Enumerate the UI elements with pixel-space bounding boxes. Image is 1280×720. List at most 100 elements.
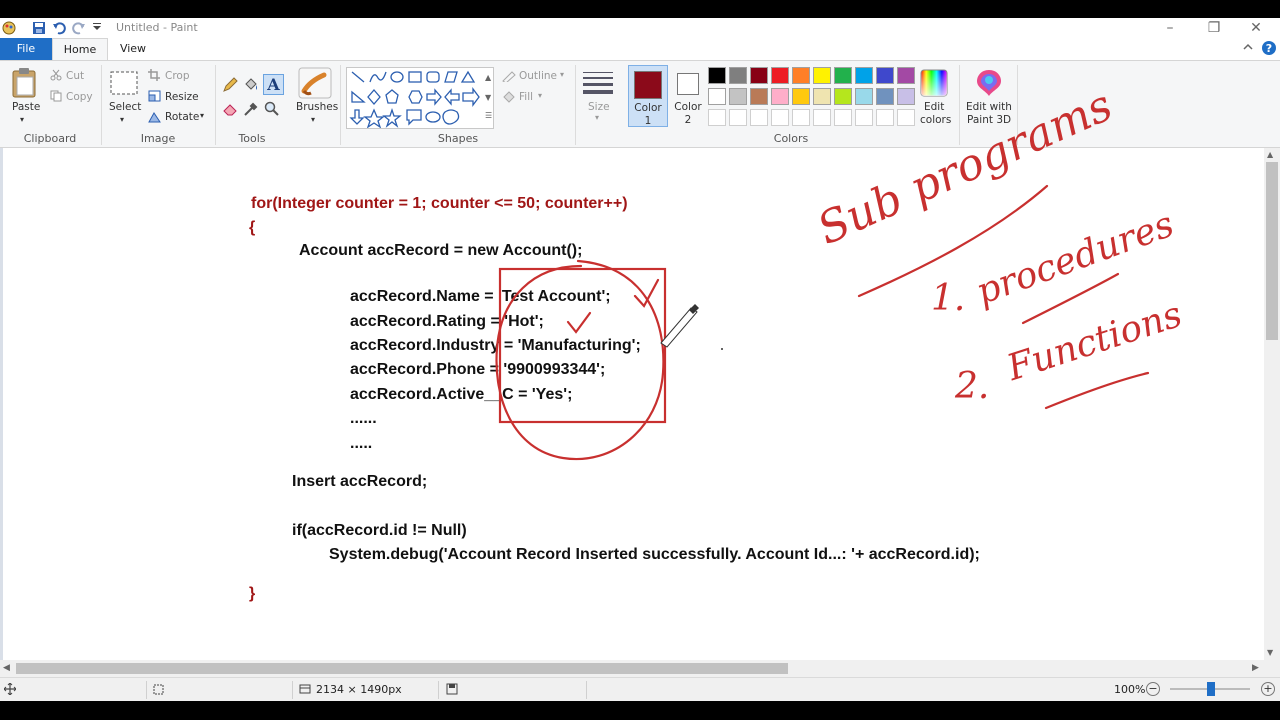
tab-view[interactable]: View (110, 38, 156, 60)
paste-dropdown-icon[interactable]: ▾ (20, 115, 24, 124)
palette-color-swatch[interactable] (729, 67, 747, 84)
palette-color-swatch[interactable] (750, 67, 768, 84)
edit-colors-icon[interactable] (920, 69, 948, 100)
palette-color-swatch[interactable] (771, 67, 789, 84)
rotate-icon (148, 111, 161, 126)
scroll-up-icon[interactable]: ▲ (1267, 150, 1273, 159)
fill-dropdown-icon[interactable]: ▾ (538, 91, 542, 100)
zoom-slider-thumb[interactable] (1207, 682, 1215, 696)
canvas-dot (721, 348, 723, 350)
palette-custom-swatch[interactable] (729, 109, 747, 126)
palette-color-swatch[interactable] (897, 88, 915, 105)
fill-bucket-icon[interactable] (243, 77, 259, 96)
palette-color-swatch[interactable] (771, 88, 789, 105)
palette-color-swatch[interactable] (876, 88, 894, 105)
tab-file[interactable]: File (0, 38, 52, 60)
shapes-scroll-down-icon[interactable]: ▼ (485, 93, 491, 102)
select-button[interactable]: Select (109, 101, 141, 113)
rotate-dropdown-icon[interactable]: ▾ (200, 111, 204, 120)
customize-quick-access-icon[interactable] (92, 22, 102, 32)
paint-app-icon[interactable] (2, 21, 16, 35)
shapes-scroll-up-icon[interactable]: ▲ (485, 73, 491, 82)
scroll-right-icon[interactable]: ▶ (1252, 663, 1259, 673)
palette-custom-swatch[interactable] (771, 109, 789, 126)
redo-icon[interactable] (72, 21, 86, 35)
palette-color-swatch[interactable] (855, 67, 873, 84)
brushes-button[interactable]: Brushes (296, 101, 338, 113)
horizontal-scrollbar[interactable]: ◀ ▶ (0, 660, 1280, 677)
select-icon[interactable] (110, 71, 138, 98)
palette-custom-swatch[interactable] (792, 109, 810, 126)
palette-color-swatch[interactable] (813, 67, 831, 84)
paint3d-icon[interactable] (975, 68, 1003, 101)
palette-custom-swatch[interactable] (708, 109, 726, 126)
palette-color-swatch[interactable] (792, 88, 810, 105)
edit-colors-line2[interactable]: colors (920, 114, 951, 126)
undo-icon[interactable] (52, 21, 66, 35)
pencil-icon[interactable] (222, 77, 238, 96)
eraser-icon[interactable] (222, 101, 238, 120)
palette-custom-swatch[interactable] (813, 109, 831, 126)
brushes-icon[interactable] (298, 67, 332, 102)
palette-color-swatch[interactable] (750, 88, 768, 105)
shapes-more-icon[interactable]: ☰ (485, 111, 492, 120)
canvas-area[interactable]: for(Integer counter = 1; counter <= 50; … (0, 80, 1264, 660)
palette-color-swatch[interactable] (876, 67, 894, 84)
minimize-ribbon-icon[interactable] (1242, 41, 1254, 56)
help-icon[interactable]: ? (1261, 40, 1277, 59)
shapes-gallery[interactable] (346, 67, 494, 129)
select-dropdown-icon[interactable]: ▾ (120, 115, 124, 124)
palette-color-swatch[interactable] (813, 88, 831, 105)
tab-home[interactable]: Home (52, 38, 108, 60)
color1-button[interactable]: Color 1 (628, 65, 668, 127)
paint3d-line1[interactable]: Edit with (966, 101, 1012, 113)
status-separator (146, 681, 147, 699)
palette-custom-swatch[interactable] (876, 109, 894, 126)
image-dimensions: 2134 × 1490px (316, 683, 402, 696)
colors-group-label: Colors (773, 132, 809, 145)
palette-custom-swatch[interactable] (855, 109, 873, 126)
palette-custom-swatch[interactable] (834, 109, 852, 126)
minimize-button[interactable]: – (1150, 18, 1190, 38)
palette-custom-swatch[interactable] (897, 109, 915, 126)
palette-color-swatch[interactable] (855, 88, 873, 105)
size-dropdown-icon[interactable]: ▾ (595, 113, 599, 122)
palette-color-swatch[interactable] (897, 67, 915, 84)
restore-button[interactable]: ❐ (1194, 18, 1234, 38)
vertical-scrollbar[interactable]: ▲ ▼ (1264, 148, 1280, 660)
text-tool-icon[interactable]: A (263, 74, 284, 95)
outline-dropdown-icon[interactable]: ▾ (560, 70, 564, 79)
palette-color-swatch[interactable] (708, 88, 726, 105)
fill-button[interactable]: Fill (519, 91, 533, 103)
palette-color-swatch[interactable] (708, 67, 726, 84)
save-icon[interactable] (32, 21, 46, 35)
palette-color-swatch[interactable] (729, 88, 747, 105)
crop-button[interactable]: Crop (165, 70, 190, 82)
color-picker-icon[interactable] (243, 101, 259, 120)
size-button[interactable]: Size (588, 101, 610, 113)
rotate-button[interactable]: Rotate (165, 111, 199, 123)
resize-button[interactable]: Resize (165, 91, 199, 103)
crop-icon (148, 69, 160, 84)
copy-button[interactable]: Copy (66, 91, 93, 103)
cut-button[interactable]: Cut (66, 70, 84, 82)
scroll-left-icon[interactable]: ◀ (3, 663, 10, 673)
outline-button[interactable]: Outline (519, 70, 557, 82)
scroll-down-icon[interactable]: ▼ (1267, 648, 1273, 657)
palette-custom-swatch[interactable] (750, 109, 768, 126)
palette-color-swatch[interactable] (792, 67, 810, 84)
zoom-in-button[interactable]: + (1261, 682, 1275, 696)
size-icon[interactable] (582, 71, 614, 98)
palette-color-swatch[interactable] (834, 67, 852, 84)
horizontal-scroll-thumb[interactable] (16, 663, 788, 674)
brushes-dropdown-icon[interactable]: ▾ (311, 115, 315, 124)
palette-color-swatch[interactable] (834, 88, 852, 105)
magnifier-icon[interactable] (264, 101, 280, 120)
color2-button[interactable]: Color 2 (672, 65, 704, 127)
paste-button[interactable]: Paste (12, 101, 40, 113)
close-button[interactable]: ✕ (1236, 18, 1276, 38)
vertical-scroll-thumb[interactable] (1266, 162, 1278, 340)
zoom-out-button[interactable]: − (1146, 682, 1160, 696)
edit-colors-line1[interactable]: Edit (924, 101, 944, 113)
paste-icon[interactable] (10, 67, 38, 102)
